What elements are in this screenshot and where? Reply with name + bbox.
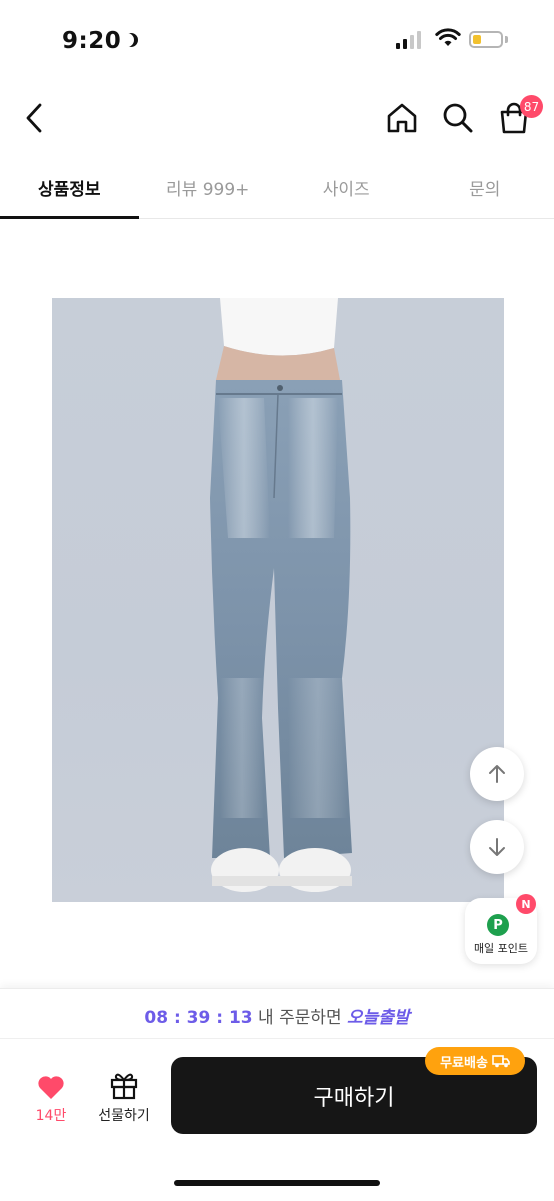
gift-label: 선물하기 [86, 1105, 162, 1125]
battery-icon [469, 31, 503, 48]
arrow-down-icon [486, 836, 508, 858]
gift-button[interactable] [106, 1068, 142, 1102]
delivery-timer: 08 : 39 : 13 [144, 1008, 252, 1028]
product-image [52, 298, 504, 902]
back-button[interactable] [14, 96, 54, 140]
wifi-icon [435, 28, 461, 48]
status-time: 9:20 [62, 28, 121, 54]
tab-bar: 상품정보 리뷰 999+ 사이즈 문의 [0, 160, 554, 219]
cart-count-badge: 87 [520, 95, 543, 118]
scroll-down-button[interactable] [470, 820, 524, 874]
signal-icon [396, 31, 424, 49]
delivery-notice: 08 : 39 : 13 내 주문하면 오늘출발 [0, 1003, 554, 1028]
tab-product-info[interactable]: 상품정보 [0, 160, 139, 218]
scroll-up-button[interactable] [470, 747, 524, 801]
chevron-left-icon [23, 102, 45, 134]
jeans-illustration [52, 298, 504, 902]
battery-cap [505, 36, 508, 43]
gift-icon [109, 1070, 139, 1100]
daily-point-button[interactable]: P N 매일 포인트 [465, 898, 537, 964]
tab-size[interactable]: 사이즈 [277, 160, 416, 218]
home-icon [385, 102, 419, 134]
free-shipping-label: 무료배송 [440, 1052, 488, 1071]
point-icon: P [487, 914, 509, 936]
free-shipping-badge: 무료배송 [425, 1047, 525, 1075]
home-button[interactable] [380, 98, 424, 138]
divider [0, 1038, 554, 1039]
like-button[interactable] [34, 1072, 68, 1102]
like-count: 14만 [28, 1105, 74, 1125]
arrow-up-icon [486, 763, 508, 785]
moon-icon [120, 33, 134, 47]
daily-point-label: 매일 포인트 [465, 940, 537, 956]
tab-reviews[interactable]: 리뷰 999+ [139, 160, 278, 218]
today-shipping-label: 오늘출발 [347, 1008, 410, 1028]
tab-inquiry[interactable]: 문의 [416, 160, 554, 218]
truck-icon [492, 1054, 510, 1068]
delivery-text: 내 주문하면 [253, 1008, 347, 1028]
heart-icon [37, 1074, 65, 1100]
search-icon [441, 101, 475, 135]
home-indicator [174, 1180, 380, 1186]
new-badge: N [516, 894, 536, 914]
search-button[interactable] [436, 98, 480, 138]
